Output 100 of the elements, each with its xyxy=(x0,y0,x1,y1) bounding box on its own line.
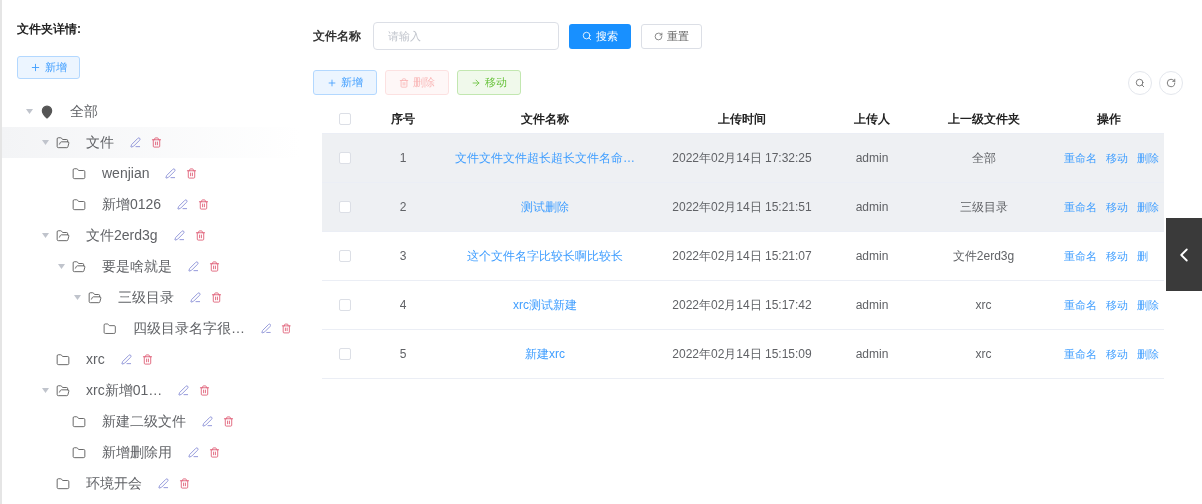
tree-node[interactable]: 文件2erd3g xyxy=(2,220,300,251)
edit-icon[interactable] xyxy=(130,137,141,148)
search-icon xyxy=(1135,77,1145,88)
caret-icon[interactable] xyxy=(73,295,81,300)
tree-label: xrc xyxy=(86,350,105,369)
edit-icon[interactable] xyxy=(158,478,169,489)
action-link[interactable]: 重命名 xyxy=(1064,198,1097,216)
folder-icon xyxy=(56,383,70,398)
reset-button[interactable]: 重置 xyxy=(641,23,702,49)
folder-icon xyxy=(72,197,86,212)
refresh-icon xyxy=(654,31,663,41)
action-link[interactable]: 重命名 xyxy=(1064,345,1097,363)
action-link[interactable]: 删 xyxy=(1137,247,1148,265)
file-link[interactable]: 这个文件名字比较长啊比较长 xyxy=(467,247,623,265)
tree-node[interactable]: 新增删除用 xyxy=(2,437,300,468)
file-link[interactable]: 测试删除 xyxy=(521,198,569,216)
plus-icon xyxy=(327,77,337,88)
tree-node[interactable]: 环境开会 xyxy=(2,468,300,499)
delete-icon[interactable] xyxy=(141,354,153,365)
tree-node[interactable]: 四级目录名字很… xyxy=(2,313,300,344)
table-cell-text: admin xyxy=(855,150,889,167)
edit-icon[interactable] xyxy=(202,416,213,427)
table-cell-text: 全部 xyxy=(971,150,996,167)
file-link[interactable]: 文件文件文件超长超长文件名命… xyxy=(455,149,635,167)
action-link[interactable]: 移动 xyxy=(1106,149,1128,167)
toolbar-button[interactable]: 新增 xyxy=(313,70,377,95)
edit-icon[interactable] xyxy=(165,168,177,179)
row-checkbox[interactable] xyxy=(338,152,351,164)
row-checkbox[interactable] xyxy=(338,299,351,311)
action-link[interactable]: 移动 xyxy=(1106,198,1128,216)
edit-icon[interactable] xyxy=(177,199,189,210)
folder-icon xyxy=(72,414,86,429)
select-all-checkbox[interactable] xyxy=(338,112,351,125)
caret-icon[interactable] xyxy=(41,233,49,238)
table-cell-text: 1 xyxy=(399,150,407,167)
panel-title: 文件夹详情: xyxy=(17,21,82,38)
delete-icon[interactable] xyxy=(223,416,234,427)
tree-node[interactable]: 新增0126 xyxy=(2,189,300,220)
tree-label: 环境开会 xyxy=(86,474,142,493)
tree-node[interactable]: 三级目录 xyxy=(2,282,300,313)
action-link[interactable]: 重命名 xyxy=(1064,296,1097,314)
trash-icon xyxy=(399,77,409,88)
table-cell-text: 三级目录 xyxy=(959,199,1008,216)
folder-icon xyxy=(88,290,102,305)
tree-node[interactable]: xrc xyxy=(2,344,300,375)
delete-icon[interactable] xyxy=(151,137,162,148)
table-row[interactable]: 2 测试删除 2022年02月14日 15:21:51 admin 三级目录 重命名 移动 删除 xyxy=(322,183,1164,232)
edit-icon[interactable] xyxy=(190,292,201,303)
toolbar-button[interactable]: 移动 xyxy=(457,70,521,95)
edit-icon[interactable] xyxy=(120,354,132,365)
edit-icon[interactable] xyxy=(178,385,190,396)
row-checkbox[interactable] xyxy=(338,348,351,360)
tree-node[interactable]: 新建二级文件 xyxy=(2,406,300,437)
tree-node[interactable]: 要是啥就是 xyxy=(2,251,300,282)
edit-icon[interactable] xyxy=(173,230,185,241)
row-checkbox[interactable] xyxy=(338,250,351,262)
caret-icon[interactable] xyxy=(41,140,49,145)
pin-icon xyxy=(40,104,54,119)
delete-icon[interactable] xyxy=(198,199,210,210)
action-link[interactable]: 移动 xyxy=(1106,345,1128,363)
tree-node[interactable]: xrc新增01… xyxy=(2,375,300,406)
delete-icon[interactable] xyxy=(209,447,220,458)
row-checkbox[interactable] xyxy=(338,201,351,213)
delete-icon[interactable] xyxy=(209,261,220,272)
file-link[interactable]: 新建xrc xyxy=(525,345,565,363)
tree-label: 新建二级文件 xyxy=(102,412,186,431)
delete-icon[interactable] xyxy=(194,230,206,241)
tree-node[interactable]: wenjian xyxy=(2,158,300,189)
file-link[interactable]: xrc测试新建 xyxy=(513,296,577,314)
caret-icon[interactable] xyxy=(57,264,65,269)
delete-icon[interactable] xyxy=(281,323,292,334)
table-cell-text: 2 xyxy=(399,199,407,216)
edit-icon[interactable] xyxy=(188,447,199,458)
action-link[interactable]: 删除 xyxy=(1137,345,1159,363)
action-link[interactable]: 删除 xyxy=(1137,149,1159,167)
delete-icon[interactable] xyxy=(211,292,222,303)
tree-label: 文件 xyxy=(86,133,114,152)
table-row[interactable]: 1 文件文件文件超长超长文件名命… 2022年02月14日 17:32:25 admin 全部 重命名 移动 删除 xyxy=(322,134,1164,183)
action-link[interactable]: 移动 xyxy=(1106,296,1128,314)
action-link[interactable]: 重命名 xyxy=(1064,149,1097,167)
caret-icon[interactable] xyxy=(25,109,33,114)
delete-icon[interactable] xyxy=(186,168,198,179)
folder-icon xyxy=(72,259,86,274)
action-link[interactable]: 删除 xyxy=(1137,296,1159,314)
add-button[interactable]: 新增 xyxy=(17,56,80,79)
caret-icon[interactable] xyxy=(41,388,49,393)
delete-icon[interactable] xyxy=(179,478,190,489)
search-button[interactable]: 搜索 xyxy=(569,23,631,49)
action-link[interactable]: 移动 xyxy=(1106,247,1128,265)
edit-icon[interactable] xyxy=(188,261,199,272)
action-link[interactable]: 重命名 xyxy=(1064,247,1097,265)
delete-icon[interactable] xyxy=(199,385,211,396)
edit-icon[interactable] xyxy=(260,323,272,334)
table-cell-text: admin xyxy=(855,199,889,216)
table-cell-text: 4 xyxy=(399,297,407,314)
search-icon xyxy=(582,31,592,41)
table-cell-text: xrc xyxy=(975,297,992,314)
table-cell-text: 3 xyxy=(399,248,407,265)
tree-node[interactable]: 全部 xyxy=(2,96,300,127)
action-link[interactable]: 删除 xyxy=(1137,198,1159,216)
